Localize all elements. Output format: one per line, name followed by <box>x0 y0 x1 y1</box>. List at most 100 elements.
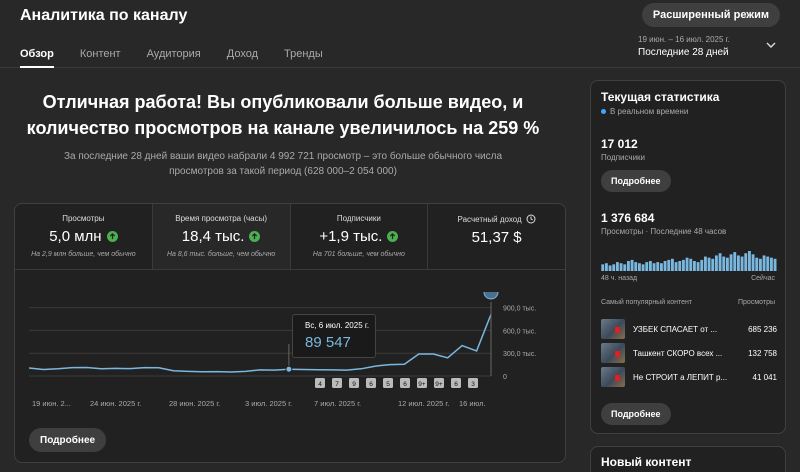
mini-bar <box>711 258 715 271</box>
mini-bar <box>641 264 645 271</box>
period-selector[interactable]: 19 июн. – 16 июл. 2025 г. Последние 28 д… <box>638 35 730 58</box>
tab-bar: Обзор Контент Аудитория Доход Тренды <box>20 48 349 68</box>
mini-bar <box>696 262 700 271</box>
header: Аналитика по каналу Расширенный режим Об… <box>0 0 800 68</box>
mini-bar <box>667 259 671 271</box>
mini-bar <box>645 262 649 271</box>
metric-note: На 8,6 тыс. больше, чем обычно <box>166 251 276 258</box>
y-tick-label: 0 <box>503 374 507 381</box>
new-content-card: Новый контент <box>590 446 786 472</box>
data-point-highlight <box>285 365 293 373</box>
mini-bar <box>773 258 777 271</box>
mini-bar <box>703 256 707 271</box>
metric-subscribers[interactable]: Подписчики +1,9 тыс. На 701 больше, чем … <box>291 204 429 269</box>
mini-bar <box>758 258 762 271</box>
metric-label: Расчетный доход <box>457 215 522 224</box>
tab-content[interactable]: Контент <box>80 48 121 68</box>
tab-audience[interactable]: Аудитория <box>147 48 201 68</box>
views-48h-label: Просмотры · Последние 48 часов <box>601 227 727 236</box>
summary-subline: За последние 28 дней ваши видео набрали … <box>14 149 552 179</box>
trend-up-icon <box>387 231 399 242</box>
list-item[interactable]: УЗБЕК СПАСАЕТ от ... 685 236 <box>601 319 777 339</box>
upload-count: 6 <box>403 381 407 388</box>
details-button[interactable]: Подробнее <box>29 428 107 452</box>
premiere-icon <box>483 292 499 300</box>
metric-value: +1,9 тыс. <box>319 228 383 245</box>
upload-count: 9 <box>352 381 356 388</box>
headline-line-1: Отличная работа! Вы опубликовали больше … <box>42 92 524 112</box>
upload-count: 4 <box>318 381 322 388</box>
upload-count: 6 <box>454 381 458 388</box>
video-thumbnail <box>601 367 625 387</box>
mini-bar <box>762 255 766 271</box>
metric-watch-time[interactable]: Время просмотра (часы) 18,4 тыс. На 8,6 … <box>152 204 291 269</box>
metric-tabs: Просмотры 5,0 млн На 2,9 млн больше, чем… <box>15 204 565 270</box>
mini-bar <box>678 261 682 271</box>
mini-bar <box>648 261 652 271</box>
video-title: Не СТРОИТ а ЛЕПИТ р... <box>633 372 728 382</box>
mini-bar <box>700 259 704 271</box>
video-title: УЗБЕК СПАСАЕТ от ... <box>633 324 718 334</box>
tab-revenue[interactable]: Доход <box>227 48 258 68</box>
subline-line-1: За последние 28 дней ваши видео набрали … <box>63 151 503 162</box>
views-48h-value: 1 376 684 <box>601 211 655 225</box>
mini-bar <box>630 259 634 271</box>
upload-count: 5 <box>386 381 390 388</box>
clock-icon <box>526 214 536 224</box>
mini-bar <box>619 263 623 271</box>
chart-tooltip: Вс, 6 июл. 2025 г. 89 547 <box>292 314 376 358</box>
list-item[interactable]: Не СТРОИТ а ЛЕПИТ р... 41 041 <box>601 367 777 387</box>
y-tick-label: 600,0 тыс. <box>503 328 536 335</box>
chevron-down-icon[interactable] <box>764 38 778 52</box>
trend-up-icon <box>249 231 261 242</box>
mini-bar <box>707 257 711 271</box>
x-tick-label: 28 июн. 2025 г. <box>169 399 220 408</box>
mini-bar <box>689 258 693 271</box>
realtime-bar-chart <box>601 251 777 271</box>
mini-bar <box>718 253 722 271</box>
mini-bar <box>725 257 729 271</box>
x-tick-label: 19 июн. 2... <box>32 399 71 408</box>
metric-value: 18,4 тыс. <box>181 228 245 245</box>
realtime-card: Текущая статистика В реальном времени 17… <box>590 80 786 434</box>
popular-details-button[interactable]: Подробнее <box>601 403 671 425</box>
metric-value: 51,37 $ <box>471 229 522 246</box>
live-dot-icon <box>601 109 606 114</box>
list-item[interactable]: Ташкент СКОРО всех ... 132 758 <box>601 343 777 363</box>
metrics-card: Просмотры 5,0 млн На 2,9 млн больше, чем… <box>14 203 566 463</box>
metric-value: 5,0 млн <box>49 228 102 245</box>
tab-trends[interactable]: Тренды <box>284 48 323 68</box>
mini-bar <box>663 261 667 271</box>
mini-bar <box>637 263 641 271</box>
tab-overview[interactable]: Обзор <box>20 48 54 68</box>
mini-bar <box>736 255 740 271</box>
upload-count: 6 <box>369 381 373 388</box>
mini-bar <box>740 256 744 271</box>
subline-line-2: просмотров за такой период (628 000–2 05… <box>169 166 397 177</box>
series-line <box>28 314 492 373</box>
metric-revenue[interactable]: Расчетный доход 51,37 $ <box>428 204 565 269</box>
upload-count: 9+ <box>418 381 426 388</box>
video-views: 685 236 <box>748 324 777 334</box>
mini-bar <box>674 262 678 271</box>
mini-chart-start-label: 48 ч. назад <box>601 275 638 282</box>
mini-bar <box>766 256 770 271</box>
mini-bar <box>623 264 627 271</box>
realtime-details-button[interactable]: Подробнее <box>601 170 671 192</box>
upload-count: 9+ <box>435 381 443 388</box>
mini-bar <box>659 263 663 271</box>
mini-bar <box>714 255 718 271</box>
x-tick-label: 16 июл. <box>459 399 486 408</box>
advanced-mode-button[interactable]: Расширенный режим <box>641 3 780 27</box>
x-tick-label: 12 июл. 2025 г. <box>398 399 449 408</box>
mini-bar <box>670 258 674 271</box>
mini-bar <box>685 257 689 271</box>
mini-bar <box>652 263 656 271</box>
mini-chart-end-label: Сейчас <box>751 275 775 282</box>
mini-bar <box>612 264 616 271</box>
video-thumbnail <box>601 343 625 363</box>
video-title: Ташкент СКОРО всех ... <box>633 348 723 358</box>
popular-views-header: Просмотры <box>738 299 775 306</box>
metric-views[interactable]: Просмотры 5,0 млн На 2,9 млн больше, чем… <box>15 204 153 269</box>
period-range: 19 июн. – 16 июл. 2025 г. <box>638 35 730 44</box>
